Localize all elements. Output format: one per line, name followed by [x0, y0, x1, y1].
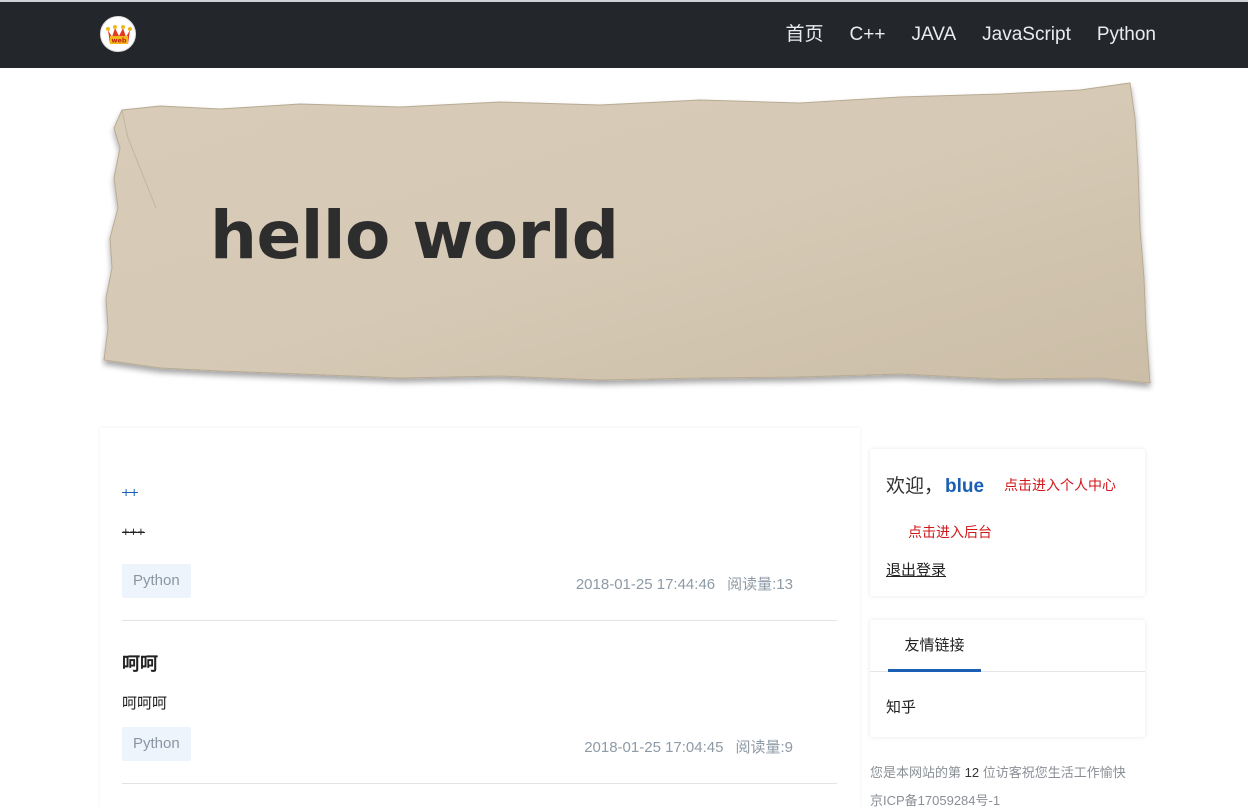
list-item[interactable]: ++ +++ Python 2018-01-25 17:44:46 阅读量:13 [122, 428, 837, 621]
icp-number[interactable]: 京ICP备17059284号-1 [870, 790, 1000, 807]
admin-link[interactable]: 点击进入后台 [908, 522, 992, 542]
welcome-text: 欢迎， blue [886, 471, 984, 498]
post-views: 阅读量:9 [735, 739, 793, 756]
post-summary: 呵呵呵 [122, 695, 168, 712]
profile-link[interactable]: 点击进入个人中心 [1004, 475, 1116, 495]
nav-item-java[interactable]: JAVA [911, 2, 956, 68]
visitor-suffix: 位访客祝您生活工作愉快 [982, 765, 1126, 780]
site-logo[interactable]: web [100, 16, 136, 52]
post-date: 2018-01-25 17:04:45 [584, 739, 724, 756]
visitor-count: 12 [964, 765, 980, 780]
post-meta: 2018-01-25 17:44:46 阅读量:13 [576, 573, 793, 594]
tab-friend-links[interactable]: 友情链接 [888, 620, 981, 672]
post-tag[interactable]: Python [122, 727, 191, 761]
post-list: ++ +++ Python 2018-01-25 17:44:46 阅读量:13 … [100, 428, 860, 807]
user-card: 欢迎， blue 点击进入个人中心 点击进入后台 退出登录 [870, 449, 1145, 596]
hero-title: hello world [210, 197, 619, 274]
welcome-prefix: 欢迎， [886, 476, 944, 497]
post-meta: 2018-01-25 17:04:45 阅读量:9 [584, 736, 793, 757]
post-summary: +++ [122, 524, 145, 539]
post-tag[interactable]: Python [122, 564, 191, 598]
logout-link[interactable]: 退出登录 [886, 559, 946, 580]
main-nav: 首页 C++ JAVA JavaScript Python [760, 2, 1157, 68]
list-item[interactable]: 呵呵 呵呵呵 Python 2018-01-25 17:04:45 阅读量:9 [122, 621, 837, 784]
visitor-counter: 您是本网站的第 12 位访客祝您生活工作愉快 [870, 762, 1126, 781]
crown-logo-icon: web [106, 25, 132, 45]
hero-banner: hello world [100, 78, 1158, 394]
top-navbar: web 首页 C++ JAVA JavaScript Python [0, 0, 1248, 68]
post-date: 2018-01-25 17:44:46 [575, 576, 716, 593]
nav-item-home[interactable]: 首页 [786, 2, 824, 68]
nav-item-python[interactable]: Python [1097, 2, 1156, 68]
nav-item-javascript[interactable]: JavaScript [982, 2, 1071, 68]
friend-link-zhihu[interactable]: 知乎 [886, 696, 916, 717]
post-title[interactable]: ++ [122, 484, 139, 500]
post-views: 阅读量:13 [727, 576, 793, 593]
links-card: 友情链接 知乎 [870, 620, 1145, 737]
post-title[interactable]: 呵呵 [122, 650, 158, 676]
links-tab-header: 友情链接 [870, 620, 1145, 672]
visitor-prefix: 您是本网站的第 [870, 765, 962, 780]
username: blue [945, 476, 985, 497]
logo-text: web [111, 37, 126, 45]
nav-item-cpp[interactable]: C++ [850, 2, 886, 68]
